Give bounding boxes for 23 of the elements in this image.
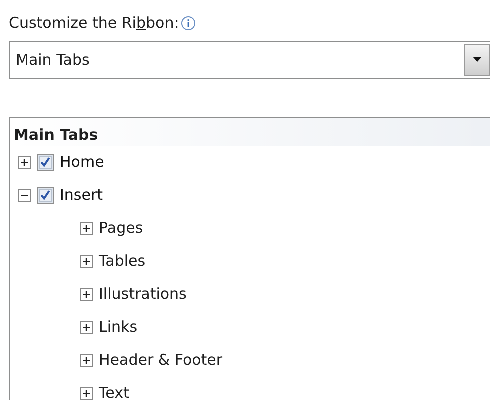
caret-icon xyxy=(472,57,482,62)
expand-icon[interactable] xyxy=(80,222,93,234)
expand-icon[interactable] xyxy=(80,288,93,300)
checkbox[interactable] xyxy=(37,154,54,170)
expand-icon[interactable] xyxy=(18,156,31,168)
group-item[interactable]: Pages xyxy=(99,217,144,239)
collapse-icon[interactable] xyxy=(18,188,31,202)
group-item[interactable]: Tables xyxy=(99,250,146,272)
dropdown-button[interactable] xyxy=(464,44,490,76)
checkbox[interactable] xyxy=(37,186,54,204)
expand-icon[interactable] xyxy=(80,254,93,268)
group-item[interactable]: Links xyxy=(99,316,138,338)
tabs-dropdown[interactable]: Main Tabs xyxy=(9,40,490,78)
tab-item[interactable]: Home xyxy=(60,151,104,173)
group-item[interactable]: Text xyxy=(99,382,130,400)
ribbon-label: Customize the Ribbon: xyxy=(9,13,180,34)
group-item[interactable]: Header & Footer xyxy=(99,349,223,371)
tab-item[interactable]: Insert xyxy=(60,184,104,206)
info-icon xyxy=(181,16,196,31)
expand-icon[interactable] xyxy=(80,354,93,366)
group-item[interactable]: Illustrations xyxy=(99,283,187,305)
expand-icon[interactable] xyxy=(80,386,93,400)
expand-icon[interactable] xyxy=(80,320,93,334)
